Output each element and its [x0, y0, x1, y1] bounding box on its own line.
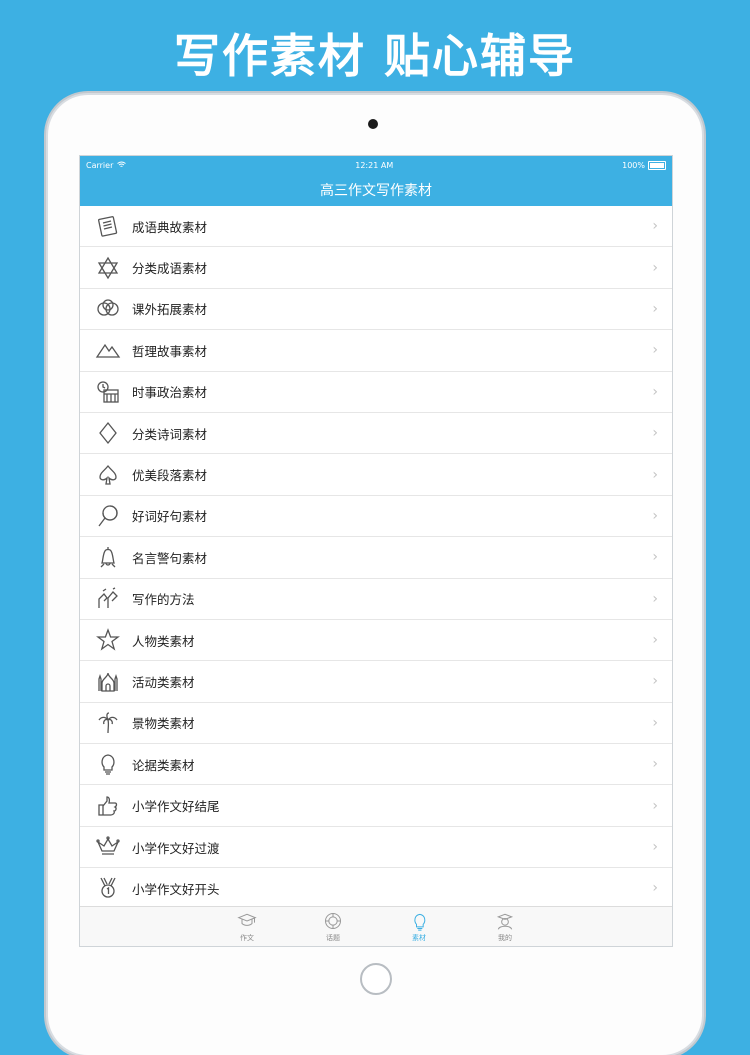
status-bar: Carrier 12:21 AM 100% — [80, 156, 672, 174]
star-icon — [94, 626, 122, 654]
chevron-right-icon: › — [652, 756, 658, 773]
list-item[interactable]: 人物类素材 › — [80, 620, 672, 662]
app-screen: Carrier 12:21 AM 100% 高三作文写作素材 成语典故素材 › 分类… — [79, 155, 673, 947]
tab-1[interactable]: 话题 — [312, 907, 354, 946]
tab-label: 作文 — [240, 933, 254, 942]
list-item-label: 成语典故素材 — [132, 219, 208, 235]
mosque-icon — [94, 667, 122, 695]
tab-label: 我的 — [498, 933, 512, 942]
crown-icon — [94, 833, 122, 861]
medal-icon — [94, 874, 122, 902]
bell-icon — [94, 543, 122, 571]
tab-0[interactable]: 作文 — [226, 907, 268, 946]
chevron-right-icon: › — [652, 425, 658, 442]
nav-title: 高三作文写作素材 — [320, 183, 432, 199]
list-item-label: 人物类素材 — [132, 633, 195, 649]
tab-3[interactable]: 我的 — [484, 907, 526, 946]
chevron-right-icon: › — [652, 632, 658, 649]
diamond-icon — [94, 419, 122, 447]
list-item-label: 小学作文好结尾 — [132, 799, 220, 815]
nav-bar: 高三作文写作素材 — [80, 174, 672, 206]
list-item[interactable]: 名言警句素材 › — [80, 537, 672, 579]
chevron-right-icon: › — [652, 839, 658, 856]
tab-label: 素材 — [412, 933, 426, 942]
home-button[interactable] — [360, 963, 392, 995]
list-item-label: 景物类素材 — [132, 716, 195, 732]
chevron-right-icon: › — [652, 797, 658, 814]
rings-icon — [94, 295, 122, 323]
list-item[interactable]: 小学作文好开头 › — [80, 868, 672, 910]
list-item[interactable]: 分类诗词素材 › — [80, 413, 672, 455]
chevron-right-icon: › — [652, 218, 658, 235]
chevron-right-icon: › — [652, 383, 658, 400]
ipad-frame: Carrier 12:21 AM 100% 高三作文写作素材 成语典故素材 › 分类… — [48, 95, 702, 1055]
chevron-right-icon: › — [652, 880, 658, 897]
list-item[interactable]: 哲理故事素材 › — [80, 330, 672, 372]
chevron-right-icon: › — [652, 590, 658, 607]
list-item[interactable]: 好词好句素材 › — [80, 496, 672, 538]
lightbulb-icon — [409, 911, 429, 933]
list-item-label: 好词好句素材 — [132, 509, 208, 525]
star-of-david-icon — [94, 254, 122, 282]
material-list: 成语典故素材 › 分类成语素材 › 课外拓展素材 › 哲理故事素材 › 时事政治素材 › 分类诗词素… — [80, 206, 672, 910]
chevron-right-icon: › — [652, 507, 658, 524]
chevron-right-icon: › — [652, 673, 658, 690]
list-item[interactable]: 小学作文好过渡 › — [80, 827, 672, 869]
chevron-right-icon: › — [652, 259, 658, 276]
promo-banner-title: 写作素材 贴心辅导 — [173, 29, 576, 83]
list-item[interactable]: 课外拓展素材 › — [80, 289, 672, 331]
status-time: 12:21 AM — [355, 160, 394, 170]
battery-icon — [648, 160, 666, 170]
lollipop-icon — [94, 502, 122, 530]
graduation-cap-icon — [237, 911, 257, 933]
chevron-right-icon: › — [652, 342, 658, 359]
hands-icon — [94, 585, 122, 613]
mountains-icon — [94, 336, 122, 364]
wifi-icon — [117, 161, 127, 170]
list-item-label: 小学作文好过渡 — [132, 840, 220, 856]
list-item[interactable]: 活动类素材 › — [80, 661, 672, 703]
chevron-right-icon: › — [652, 549, 658, 566]
thumbs-up-icon — [94, 792, 122, 820]
spade-icon — [94, 461, 122, 489]
tab-2[interactable]: 素材 — [398, 907, 440, 946]
list-item-label: 小学作文好开头 — [132, 881, 220, 897]
list-item-label: 哲理故事素材 — [132, 343, 208, 359]
chevron-right-icon: › — [652, 466, 658, 483]
list-item-label: 课外拓展素材 — [132, 302, 208, 318]
chevron-right-icon: › — [652, 714, 658, 731]
list-item[interactable]: 景物类素材 › — [80, 703, 672, 745]
list-item-label: 论据类素材 — [132, 757, 195, 773]
camera-dot — [368, 119, 378, 129]
list-item-label: 活动类素材 — [132, 674, 195, 690]
user-cap-icon — [495, 911, 515, 933]
list-item[interactable]: 优美段落素材 › — [80, 454, 672, 496]
book-icon — [94, 212, 122, 240]
list-item-label: 分类诗词素材 — [132, 426, 208, 442]
list-item-label: 时事政治素材 — [132, 385, 208, 401]
list-item[interactable]: 分类成语素材 › — [80, 247, 672, 289]
list-item[interactable]: 论据类素材 › — [80, 744, 672, 786]
list-item-label: 优美段落素材 — [132, 468, 208, 484]
tab-bar: 作文 话题 素材 我的 — [80, 906, 672, 946]
battery-percent: 100% — [622, 160, 645, 170]
gear-badge-icon — [323, 911, 343, 933]
list-item-label: 名言警句素材 — [132, 550, 208, 566]
chevron-right-icon: › — [652, 300, 658, 317]
tab-label: 话题 — [326, 933, 340, 942]
clock-calendar-icon — [94, 378, 122, 406]
list-item[interactable]: 成语典故素材 › — [80, 206, 672, 248]
list-item[interactable]: 时事政治素材 › — [80, 372, 672, 413]
list-item[interactable]: 写作的方法 › — [80, 579, 672, 620]
list-item-label: 写作的方法 — [132, 592, 195, 608]
list-item[interactable]: 小学作文好结尾 › — [80, 785, 672, 827]
list-item-label: 分类成语素材 — [132, 261, 208, 277]
carrier-label: Carrier — [86, 160, 114, 170]
lightbulb-icon — [94, 750, 122, 778]
palm-tree-icon — [94, 709, 122, 737]
